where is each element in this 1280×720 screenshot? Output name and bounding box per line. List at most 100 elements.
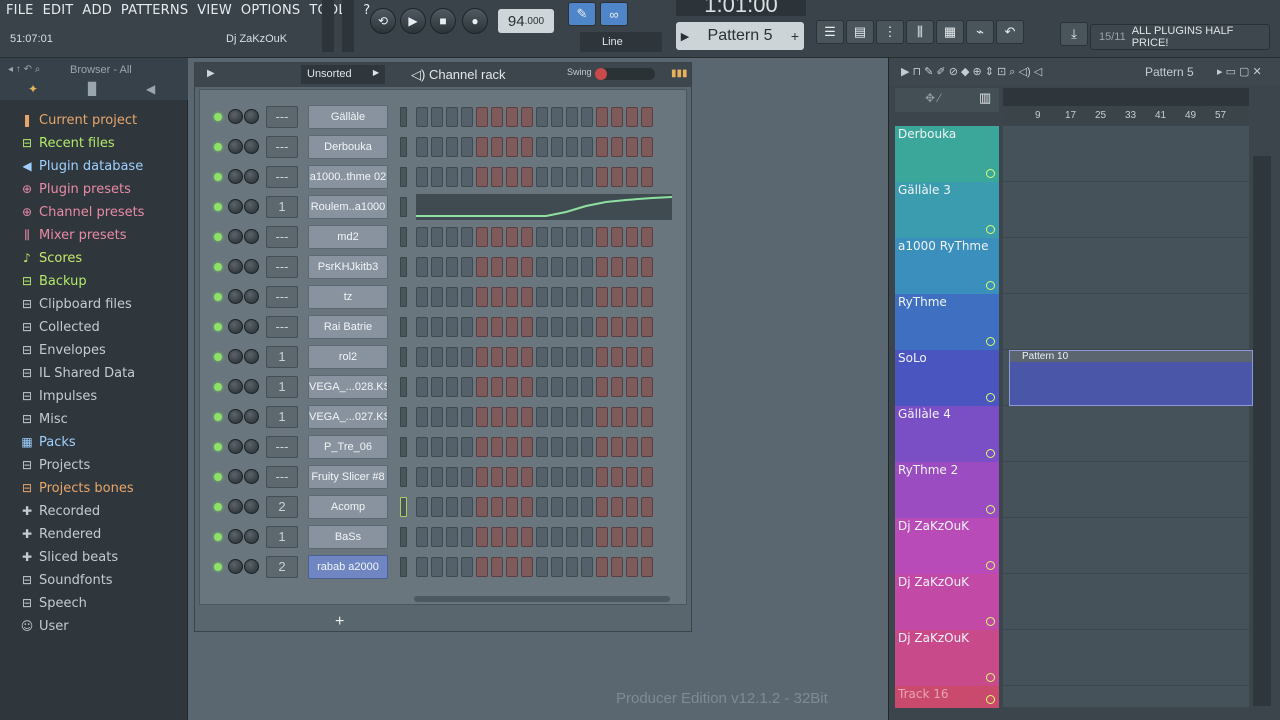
channel-volume-knob[interactable] xyxy=(244,439,259,454)
channel-pan-knob[interactable] xyxy=(228,139,243,154)
track-mute-led[interactable] xyxy=(986,561,995,570)
step-button[interactable] xyxy=(446,227,458,247)
download-button[interactable]: ⤓ xyxy=(1060,22,1088,46)
step-button[interactable] xyxy=(491,167,503,187)
channel-name-button[interactable]: rol2 xyxy=(308,345,388,369)
track-mute-led[interactable] xyxy=(986,225,995,234)
track-mute-led[interactable] xyxy=(986,505,995,514)
step-button[interactable] xyxy=(431,137,443,157)
step-button[interactable] xyxy=(416,317,428,337)
step-button[interactable] xyxy=(521,317,533,337)
playlist-scroll-v[interactable] xyxy=(1253,156,1271,706)
step-button[interactable] xyxy=(581,287,593,307)
channel-mixer-track[interactable]: 1 xyxy=(266,346,298,368)
step-button[interactable] xyxy=(461,107,473,127)
step-button[interactable] xyxy=(416,137,428,157)
browser-item-misc[interactable]: ⊟ Misc xyxy=(20,409,68,429)
playlist-tool-icons[interactable]: ▶ ⊓ ✎ ✐ ⊘ ◆ ⊕ ⇕ ⊡ ⌕ ◁) ◁ xyxy=(901,65,1042,79)
step-button[interactable] xyxy=(476,467,488,487)
step-button[interactable] xyxy=(536,497,548,517)
step-button[interactable] xyxy=(491,497,503,517)
undo-shortcut[interactable]: ↶ xyxy=(996,20,1024,44)
step-button[interactable] xyxy=(626,167,638,187)
step-button[interactable] xyxy=(461,497,473,517)
step-button[interactable] xyxy=(476,227,488,247)
step-button[interactable] xyxy=(611,227,623,247)
tempo-display[interactable]: 94.000 xyxy=(498,9,554,33)
loop-button[interactable]: ⟲ xyxy=(370,8,396,34)
track-lane[interactable] xyxy=(1003,462,1249,518)
step-button[interactable] xyxy=(461,467,473,487)
step-button[interactable] xyxy=(626,407,638,427)
step-button[interactable] xyxy=(551,317,563,337)
step-button[interactable] xyxy=(611,107,623,127)
channel-select-bar[interactable] xyxy=(400,287,407,307)
channel-volume-knob[interactable] xyxy=(244,229,259,244)
browser-item-clipboard-files[interactable]: ⊟ Clipboard files xyxy=(20,294,132,314)
browser-item-sliced-beats[interactable]: ✚ Sliced beats xyxy=(20,547,118,567)
step-button[interactable] xyxy=(491,377,503,397)
menu-edit[interactable]: EDIT xyxy=(43,3,74,21)
channel-mute-led[interactable] xyxy=(214,503,222,511)
step-button[interactable] xyxy=(566,317,578,337)
step-button[interactable] xyxy=(506,557,518,577)
step-button[interactable] xyxy=(506,107,518,127)
step-button[interactable] xyxy=(521,467,533,487)
step-button[interactable] xyxy=(611,467,623,487)
track-header[interactable]: SoLo xyxy=(895,350,999,406)
step-button[interactable] xyxy=(551,527,563,547)
step-button[interactable] xyxy=(551,557,563,577)
step-button[interactable] xyxy=(641,527,653,547)
step-button[interactable] xyxy=(416,407,428,427)
step-button[interactable] xyxy=(536,227,548,247)
channel-select-bar[interactable] xyxy=(400,377,407,397)
channel-volume-knob[interactable] xyxy=(244,409,259,424)
step-button[interactable] xyxy=(446,317,458,337)
step-button[interactable] xyxy=(491,107,503,127)
step-button[interactable] xyxy=(506,527,518,547)
step-button[interactable] xyxy=(536,257,548,277)
playlist-scroll-h[interactable] xyxy=(1003,88,1249,106)
step-button[interactable] xyxy=(461,527,473,547)
link-tool-button[interactable]: ∞ xyxy=(600,2,628,26)
step-button[interactable] xyxy=(596,257,608,277)
channel-mute-led[interactable] xyxy=(214,233,222,241)
track-lane[interactable] xyxy=(1003,574,1249,630)
channel-mixer-track[interactable]: --- xyxy=(266,226,298,248)
channel-volume-knob[interactable] xyxy=(244,259,259,274)
track-mute-led[interactable] xyxy=(986,695,995,704)
browser-item-il-shared-data[interactable]: ⊟ IL Shared Data xyxy=(20,363,135,383)
step-button[interactable] xyxy=(641,347,653,367)
menu-options[interactable]: OPTIONS xyxy=(241,3,300,21)
channel-pan-knob[interactable] xyxy=(228,469,243,484)
step-button[interactable] xyxy=(476,167,488,187)
step-button[interactable] xyxy=(536,437,548,457)
browser-item-collected[interactable]: ⊟ Collected xyxy=(20,317,100,337)
step-button[interactable] xyxy=(566,227,578,247)
track-lane[interactable] xyxy=(1003,518,1249,574)
step-button[interactable] xyxy=(431,527,443,547)
step-button[interactable] xyxy=(566,347,578,367)
playlist-window-controls[interactable]: ▸ ▭ ▢ ✕ xyxy=(1217,65,1262,78)
step-button[interactable] xyxy=(446,287,458,307)
step-button[interactable] xyxy=(521,287,533,307)
channel-select-bar[interactable] xyxy=(400,317,407,337)
step-button[interactable] xyxy=(551,107,563,127)
browser-item-user[interactable]: ☺ User xyxy=(20,616,69,636)
channel-name-button[interactable]: P_Tre_06 xyxy=(308,435,388,459)
channel-volume-knob[interactable] xyxy=(244,289,259,304)
news-panel[interactable]: 15/11 ALL PLUGINS HALF PRICE! xyxy=(1090,24,1270,50)
step-button[interactable] xyxy=(566,287,578,307)
step-button[interactable] xyxy=(476,347,488,367)
step-button[interactable] xyxy=(431,377,443,397)
channel-pan-knob[interactable] xyxy=(228,259,243,274)
track-lane[interactable] xyxy=(1003,630,1249,686)
browser-item-rendered[interactable]: ✚ Rendered xyxy=(20,524,101,544)
channel-mute-led[interactable] xyxy=(214,173,222,181)
step-button[interactable] xyxy=(491,437,503,457)
channel-pan-knob[interactable] xyxy=(228,439,243,454)
channel-mute-led[interactable] xyxy=(214,413,222,421)
browser-item-scores[interactable]: ♪ Scores xyxy=(20,248,82,268)
channel-select-bar[interactable] xyxy=(400,407,407,427)
step-button[interactable] xyxy=(596,407,608,427)
